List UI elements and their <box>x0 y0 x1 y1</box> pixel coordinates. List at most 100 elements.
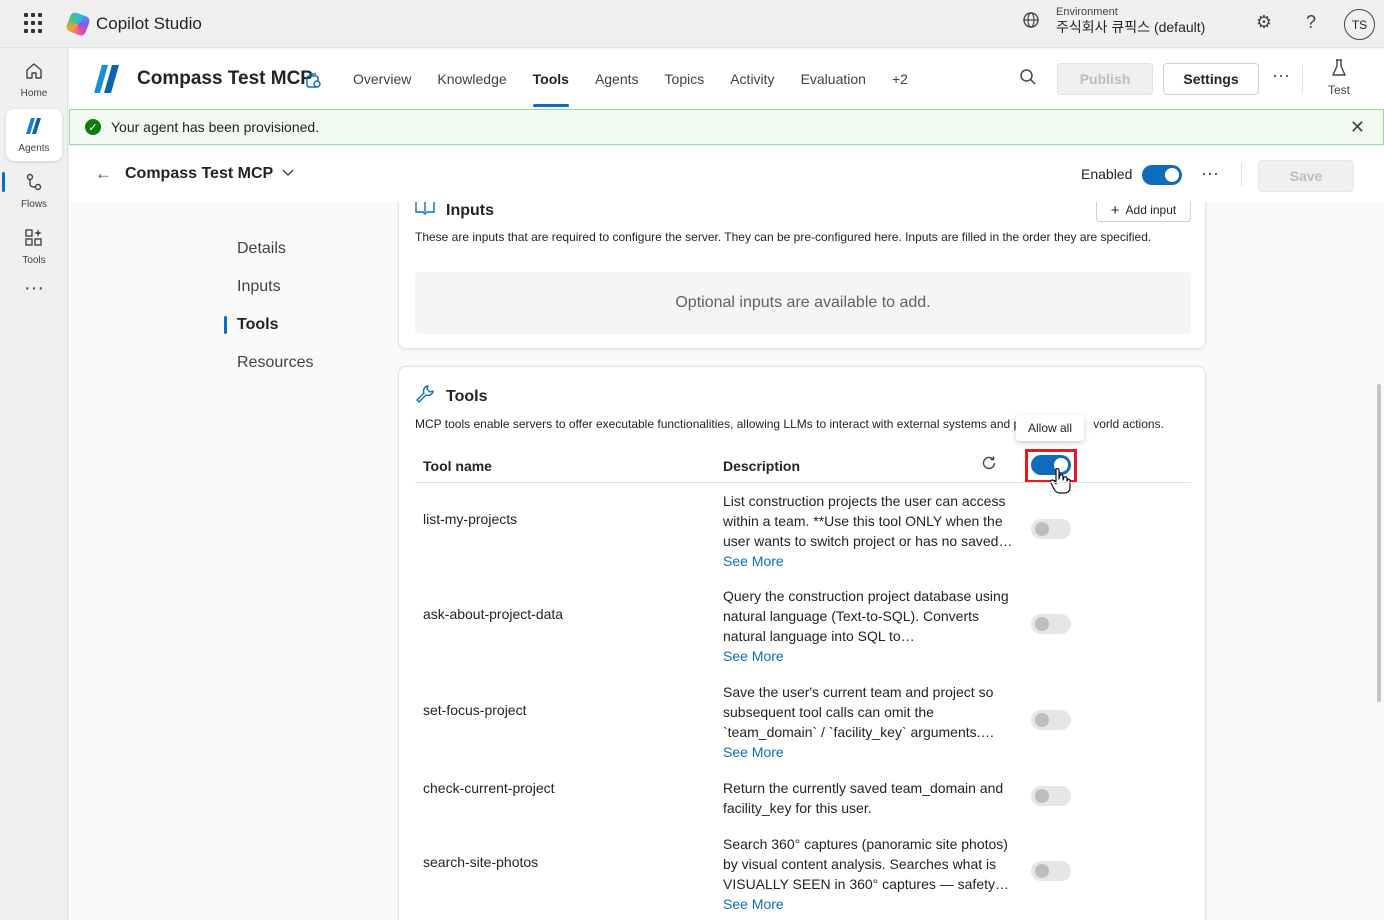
chevron-down-icon[interactable] <box>281 165 295 182</box>
table-row: search-site-photos Search 360° captures … <box>415 834 1191 920</box>
see-more-link[interactable]: See More <box>723 742 1013 762</box>
divider <box>1241 162 1242 186</box>
agent-nav: Overview Knowledge Tools Agents Topics A… <box>340 49 921 109</box>
more-options-icon[interactable]: ··· <box>1272 65 1290 86</box>
copilot-studio-logo <box>65 10 91 37</box>
tab-overview[interactable]: Overview <box>340 49 424 109</box>
top-bar: Copilot Studio Environment 주식회사 큐픽스 (def… <box>0 0 1384 48</box>
section-nav-resources[interactable]: Resources <box>237 354 313 372</box>
table-row: set-focus-project Save the user's curren… <box>415 682 1191 775</box>
see-more-link[interactable]: See More <box>723 894 1013 914</box>
success-banner: ✓ Your agent has been provisioned. ✕ <box>69 109 1384 145</box>
rail-more-button[interactable]: ··· <box>6 274 62 304</box>
allow-all-tooltip: Allow all <box>1016 415 1085 441</box>
table-header-divider <box>415 482 1191 483</box>
tool-title: Compass Test MCP <box>125 165 274 182</box>
tool-name: check-current-project <box>423 780 555 796</box>
tab-agents[interactable]: Agents <box>582 49 652 109</box>
inputs-empty-state: Optional inputs are available to add. <box>415 272 1191 334</box>
tool-description: Return the currently saved team_domain a… <box>723 780 1004 816</box>
tool-subheader: ← Compass Test MCP Enabled ··· Save <box>69 146 1384 202</box>
rail-item-home[interactable]: Home <box>6 54 62 106</box>
tool-name: set-focus-project <box>423 702 527 718</box>
app-name: Copilot Studio <box>96 13 202 33</box>
tools-title: Tools <box>446 388 488 405</box>
tool-name: search-site-photos <box>423 854 539 870</box>
environment-label: Environment <box>1056 6 1118 18</box>
environment-picker[interactable]: Environment 주식회사 큐픽스 (default) <box>1022 6 1205 36</box>
flask-icon <box>1323 59 1355 83</box>
environment-icon <box>1022 11 1042 31</box>
agents-icon <box>24 116 44 141</box>
add-input-button[interactable]: + Add input <box>1096 202 1191 222</box>
column-header-description: Description <box>723 458 801 474</box>
test-button[interactable]: Test <box>1323 59 1355 97</box>
rail-item-flows[interactable]: Flows <box>6 165 62 217</box>
section-nav-details[interactable]: Details <box>237 240 286 258</box>
main-content: Details Inputs Tools Resources Inputs + … <box>69 202 1384 920</box>
tool-description: Save the user's current team and project… <box>723 682 1013 762</box>
rail-item-tools[interactable]: Tools <box>6 221 62 273</box>
rail-item-label: Tools <box>22 255 46 266</box>
save-button[interactable]: Save <box>1258 160 1354 192</box>
section-nav-inputs[interactable]: Inputs <box>237 278 281 296</box>
publish-button[interactable]: Publish <box>1057 63 1153 95</box>
rail-item-label: Flows <box>20 199 48 210</box>
tool-toggle[interactable] <box>1031 710 1071 730</box>
agent-header: Compass Test MCP Overview Knowledge Tool… <box>69 49 1384 109</box>
tab-tools[interactable]: Tools <box>520 49 582 109</box>
banner-message: Your agent has been provisioned. <box>111 119 320 135</box>
tab-topics[interactable]: Topics <box>652 49 718 109</box>
more-horizontal-icon: ··· <box>24 277 44 299</box>
tool-description: Query the construction project database … <box>723 586 1013 666</box>
inputs-card: Inputs + Add input These are inputs that… <box>398 202 1206 349</box>
tool-description: List construction projects the user can … <box>723 493 1013 571</box>
environment-value: 주식회사 큐픽스 (default) <box>1056 19 1206 35</box>
close-icon[interactable]: ✕ <box>1350 117 1365 138</box>
test-label: Test <box>1327 83 1350 97</box>
copilot-badge-icon <box>305 71 321 94</box>
enabled-toggle[interactable] <box>1142 165 1182 185</box>
section-nav-tools[interactable]: Tools <box>237 316 278 334</box>
add-input-label: Add input <box>1125 203 1177 217</box>
tab-evaluation[interactable]: Evaluation <box>788 49 879 109</box>
app-launcher-icon[interactable] <box>24 12 46 35</box>
tool-toggle[interactable] <box>1031 861 1071 881</box>
section-nav-indicator <box>224 316 227 334</box>
rail-active-indicator <box>2 172 5 192</box>
tools-icon <box>24 228 44 253</box>
enabled-label: Enabled <box>1081 166 1133 182</box>
tab-knowledge[interactable]: Knowledge <box>424 49 519 109</box>
avatar[interactable]: TS <box>1344 9 1375 40</box>
tool-toggle[interactable] <box>1031 519 1071 539</box>
search-icon[interactable] <box>1019 68 1037 91</box>
rail-item-agents[interactable]: Agents <box>6 109 62 161</box>
inputs-description: These are inputs that are required to co… <box>415 230 1152 244</box>
rail-item-label: Home <box>20 88 48 99</box>
tab-overflow[interactable]: +2 <box>879 49 921 109</box>
agent-logo <box>91 63 123 95</box>
scrollbar-thumb[interactable] <box>1377 384 1381 702</box>
back-arrow-icon[interactable]: ← <box>95 164 112 184</box>
see-more-link[interactable]: See More <box>723 551 1013 571</box>
tab-activity[interactable]: Activity <box>717 49 787 109</box>
settings-button[interactable]: Settings <box>1163 63 1259 95</box>
plus-icon: + <box>1110 202 1120 219</box>
tool-description: Search 360° captures (panoramic site pho… <box>723 834 1013 914</box>
table-row: ask-about-project-data Query the constru… <box>415 586 1191 679</box>
left-rail: Home Agents Flows Tools ··· <box>0 48 68 920</box>
refresh-icon[interactable] <box>981 455 997 476</box>
tool-toggle[interactable] <box>1031 614 1071 634</box>
more-options-icon[interactable]: ··· <box>1201 163 1219 184</box>
tool-toggle[interactable] <box>1031 786 1071 806</box>
column-header-tool-name: Tool name <box>423 458 492 474</box>
table-row: list-my-projects List construction proje… <box>415 493 1191 583</box>
settings-gear-icon[interactable]: ⚙ <box>1252 12 1276 33</box>
table-row: check-current-project Return the current… <box>415 779 1191 829</box>
see-more-link[interactable]: See More <box>723 646 1013 666</box>
inputs-title: Inputs <box>446 202 494 219</box>
inputs-icon <box>415 202 435 219</box>
checkmark-circle-icon: ✓ <box>85 119 101 135</box>
tool-name: list-my-projects <box>423 511 518 527</box>
help-icon[interactable]: ? <box>1299 12 1323 33</box>
